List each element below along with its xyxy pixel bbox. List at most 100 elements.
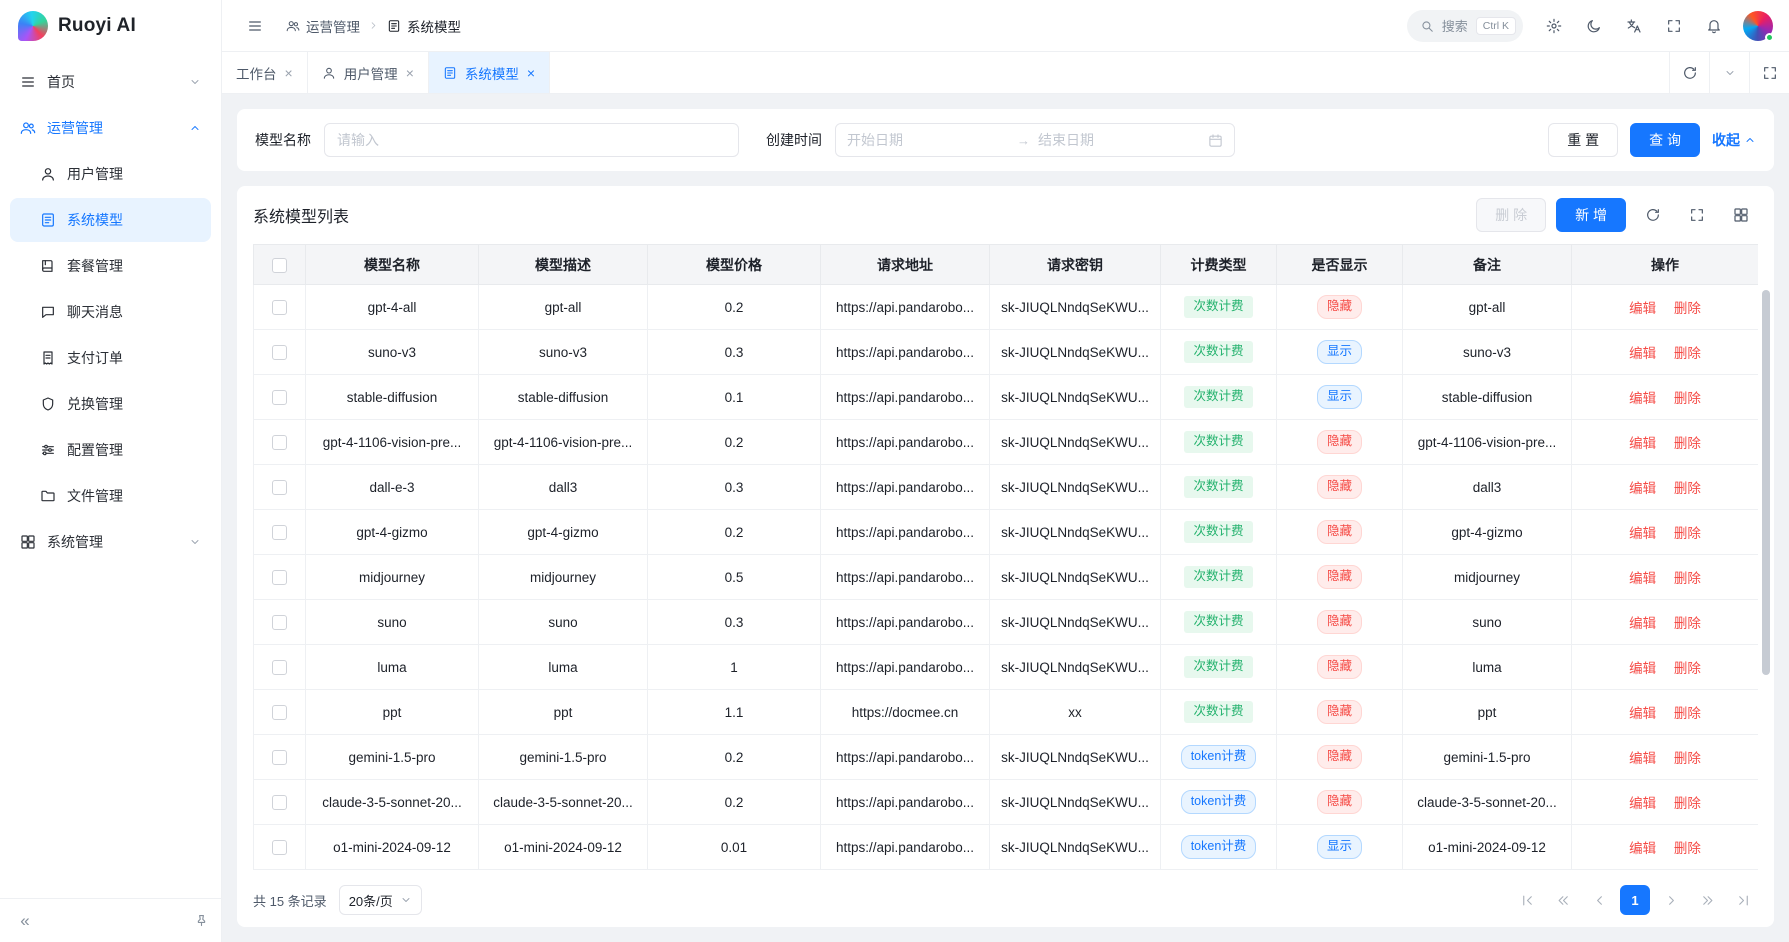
next-page-button[interactable] (1656, 885, 1686, 915)
close-icon[interactable]: × (285, 66, 293, 80)
fullscreen-button[interactable] (1657, 9, 1691, 43)
row-checkbox[interactable] (272, 750, 287, 765)
table-row[interactable]: ppt ppt 1.1 https://docmee.cn xx 次数计费 隐藏… (254, 690, 1759, 735)
row-delete-link[interactable]: 删除 (1674, 751, 1701, 766)
row-checkbox[interactable] (272, 300, 287, 315)
table-row[interactable]: o1-mini-2024-09-12 o1-mini-2024-09-12 0.… (254, 825, 1759, 870)
row-delete-link[interactable]: 删除 (1674, 841, 1701, 856)
table-row[interactable]: suno suno 0.3 https://api.pandarobo... s… (254, 600, 1759, 645)
row-checkbox[interactable] (272, 480, 287, 495)
sidebar-item-exchange-management[interactable]: 兑换管理 (10, 382, 211, 426)
row-edit-link[interactable]: 编辑 (1629, 706, 1656, 721)
row-edit-link[interactable]: 编辑 (1629, 526, 1656, 541)
model-name-input[interactable] (324, 123, 739, 157)
row-checkbox[interactable] (272, 390, 287, 405)
language-button[interactable] (1617, 9, 1651, 43)
sidebar-item-user-management[interactable]: 用户管理 (10, 152, 211, 196)
start-date-input[interactable] (847, 132, 1009, 148)
row-delete-link[interactable]: 删除 (1674, 661, 1701, 676)
row-delete-link[interactable]: 删除 (1674, 481, 1701, 496)
query-button[interactable]: 查 询 (1630, 123, 1700, 157)
row-checkbox[interactable] (272, 660, 287, 675)
sidebar-item-operations[interactable]: 运营管理 (10, 106, 211, 150)
content-fullscreen-button[interactable] (1749, 52, 1789, 93)
row-checkbox[interactable] (272, 570, 287, 585)
breadcrumb-item-system-models[interactable]: 系统模型 (387, 16, 461, 36)
row-checkbox[interactable] (272, 435, 287, 450)
page-number-button[interactable]: 1 (1620, 885, 1650, 915)
sidebar-item-chat-messages[interactable]: 聊天消息 (10, 290, 211, 334)
row-edit-link[interactable]: 编辑 (1629, 661, 1656, 676)
sidebar-item-home[interactable]: 首页 (10, 60, 211, 104)
table-row[interactable]: gpt-4-all gpt-all 0.2 https://api.pandar… (254, 285, 1759, 330)
row-delete-link[interactable]: 删除 (1674, 301, 1701, 316)
tab-user-management[interactable]: 用户管理 × (308, 52, 429, 93)
table-scrollbar[interactable] (1762, 290, 1770, 675)
select-all-checkbox[interactable] (272, 258, 287, 273)
dark-mode-button[interactable] (1577, 9, 1611, 43)
table-row[interactable]: luma luma 1 https://api.pandarobo... sk-… (254, 645, 1759, 690)
batch-delete-button[interactable]: 删 除 (1476, 198, 1546, 232)
user-menu[interactable] (1743, 11, 1773, 41)
sidebar-item-system-models[interactable]: 系统模型 (10, 198, 211, 242)
row-checkbox[interactable] (272, 615, 287, 630)
table-row[interactable]: dall-e-3 dall3 0.3 https://api.pandarobo… (254, 465, 1759, 510)
logo[interactable]: Ruoyi AI (0, 0, 221, 52)
last-page-button[interactable] (1728, 885, 1758, 915)
table-row[interactable]: midjourney midjourney 0.5 https://api.pa… (254, 555, 1759, 600)
collapse-filters-link[interactable]: 收起 (1712, 130, 1756, 150)
row-edit-link[interactable]: 编辑 (1629, 841, 1656, 856)
tab-workbench[interactable]: 工作台 × (222, 52, 308, 93)
sidebar-item-package-management[interactable]: 套餐管理 (10, 244, 211, 288)
notifications-button[interactable] (1697, 9, 1731, 43)
toggle-sidebar-button[interactable] (238, 9, 272, 43)
table-row[interactable]: stable-diffusion stable-diffusion 0.1 ht… (254, 375, 1759, 420)
pin-icon[interactable] (194, 913, 209, 928)
row-edit-link[interactable]: 编辑 (1629, 751, 1656, 766)
page-size-select[interactable]: 20条/页 (339, 885, 422, 915)
column-settings-button[interactable] (1724, 198, 1758, 232)
row-delete-link[interactable]: 删除 (1674, 616, 1701, 631)
prev-page-button[interactable] (1584, 885, 1614, 915)
row-delete-link[interactable]: 删除 (1674, 706, 1701, 721)
jump-forward-button[interactable] (1692, 885, 1722, 915)
row-checkbox[interactable] (272, 525, 287, 540)
row-checkbox[interactable] (272, 705, 287, 720)
add-button[interactable]: 新 增 (1556, 198, 1626, 232)
reset-button[interactable]: 重 置 (1548, 123, 1618, 157)
row-edit-link[interactable]: 编辑 (1629, 346, 1656, 361)
jump-back-button[interactable] (1548, 885, 1578, 915)
global-search[interactable]: 搜索 Ctrl K (1407, 10, 1523, 42)
row-delete-link[interactable]: 删除 (1674, 796, 1701, 811)
row-delete-link[interactable]: 删除 (1674, 346, 1701, 361)
table-row[interactable]: gemini-1.5-pro gemini-1.5-pro 0.2 https:… (254, 735, 1759, 780)
row-delete-link[interactable]: 删除 (1674, 391, 1701, 406)
first-page-button[interactable] (1512, 885, 1542, 915)
row-edit-link[interactable]: 编辑 (1629, 391, 1656, 406)
breadcrumb-item-operations[interactable]: 运营管理 (286, 16, 360, 36)
sidebar-item-file-management[interactable]: 文件管理 (10, 474, 211, 518)
tab-system-models[interactable]: 系统模型 × (429, 52, 550, 93)
end-date-input[interactable] (1038, 132, 1200, 148)
sidebar-item-system-management[interactable]: 系统管理 (10, 520, 211, 564)
row-edit-link[interactable]: 编辑 (1629, 301, 1656, 316)
table-row[interactable]: gpt-4-gizmo gpt-4-gizmo 0.2 https://api.… (254, 510, 1759, 555)
refresh-page-button[interactable] (1669, 52, 1709, 93)
row-delete-link[interactable]: 删除 (1674, 436, 1701, 451)
table-fullscreen-button[interactable] (1680, 198, 1714, 232)
close-icon[interactable]: × (527, 66, 535, 80)
table-row[interactable]: suno-v3 suno-v3 0.3 https://api.pandarob… (254, 330, 1759, 375)
sidebar-item-config-management[interactable]: 配置管理 (10, 428, 211, 472)
row-checkbox[interactable] (272, 840, 287, 855)
table-row[interactable]: claude-3-5-sonnet-20... claude-3-5-sonne… (254, 780, 1759, 825)
close-icon[interactable]: × (406, 66, 414, 80)
table-row[interactable]: gpt-4-1106-vision-pre... gpt-4-1106-visi… (254, 420, 1759, 465)
row-edit-link[interactable]: 编辑 (1629, 571, 1656, 586)
sidebar-item-payment-orders[interactable]: 支付订单 (10, 336, 211, 380)
table-refresh-button[interactable] (1636, 198, 1670, 232)
row-checkbox[interactable] (272, 345, 287, 360)
collapse-sidebar-button[interactable]: « (12, 908, 38, 934)
row-delete-link[interactable]: 删除 (1674, 571, 1701, 586)
settings-button[interactable] (1537, 9, 1571, 43)
row-delete-link[interactable]: 删除 (1674, 526, 1701, 541)
